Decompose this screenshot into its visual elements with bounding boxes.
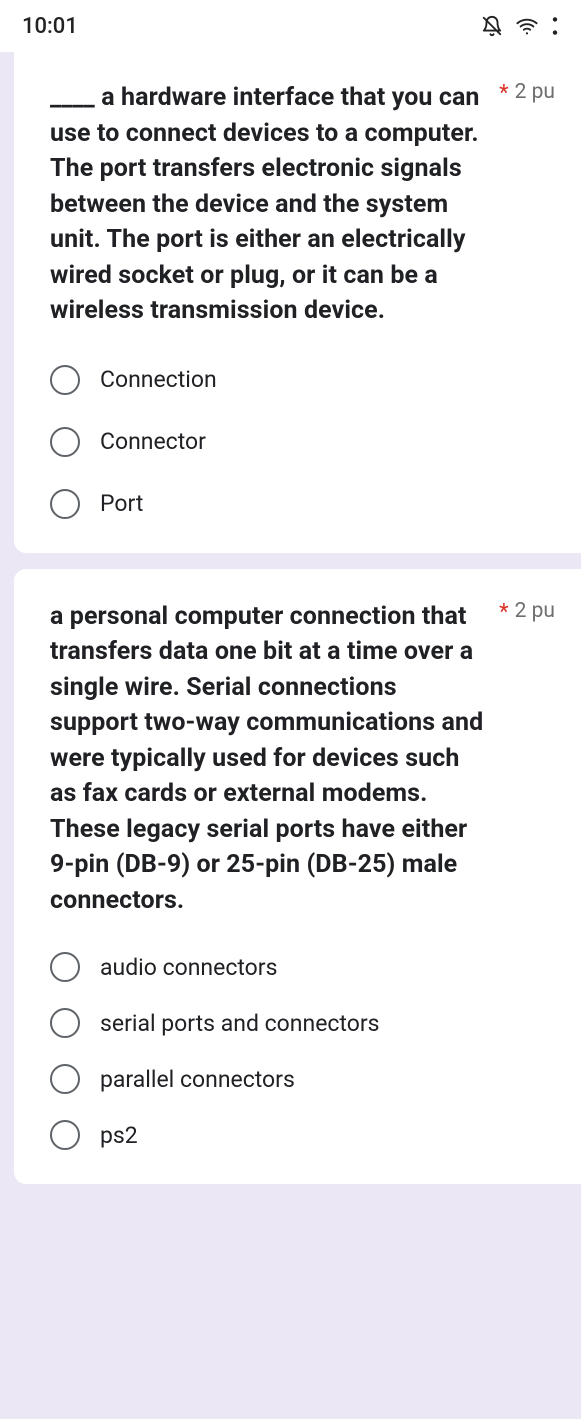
option-ps2[interactable]: ps2 xyxy=(50,1120,555,1150)
bell-off-icon xyxy=(481,15,503,37)
required-asterisk: * xyxy=(499,83,508,105)
points-label: 2 pu xyxy=(515,80,555,104)
status-bar: 10:01 xyxy=(0,0,581,52)
question-card: ____ a hardware interface that you can u… xyxy=(14,52,581,553)
option-connection[interactable]: Connection xyxy=(50,365,555,395)
radio-icon xyxy=(50,427,80,457)
option-label: parallel connectors xyxy=(100,1066,295,1093)
question-header: ____ a hardware interface that you can u… xyxy=(50,80,555,329)
question-header: a personal computer connection that tran… xyxy=(50,599,555,919)
status-time: 10:01 xyxy=(22,14,78,39)
option-parallel-connectors[interactable]: parallel connectors xyxy=(50,1064,555,1094)
signal-icon xyxy=(551,15,559,37)
question-prompt: a personal computer connection that tran… xyxy=(50,599,489,919)
option-serial-ports[interactable]: serial ports and connectors xyxy=(50,1008,555,1038)
option-label: serial ports and connectors xyxy=(100,1010,380,1037)
option-connector[interactable]: Connector xyxy=(50,427,555,457)
option-label: Port xyxy=(100,490,143,517)
options-list: Connection Connector Port xyxy=(50,365,555,519)
question-card: a personal computer connection that tran… xyxy=(14,569,581,1185)
question-prompt: ____ a hardware interface that you can u… xyxy=(50,80,489,329)
radio-icon xyxy=(50,1120,80,1150)
radio-icon xyxy=(50,952,80,982)
option-label: Connector xyxy=(100,428,206,455)
options-list: audio connectors serial ports and connec… xyxy=(50,952,555,1150)
form-content: ____ a hardware interface that you can u… xyxy=(0,52,581,1184)
option-label: Connection xyxy=(100,366,217,393)
points-label: 2 pu xyxy=(515,599,555,623)
option-label: ps2 xyxy=(100,1122,138,1149)
radio-icon xyxy=(50,1008,80,1038)
radio-icon xyxy=(50,1064,80,1094)
required-asterisk: * xyxy=(499,602,508,624)
question-meta: * 2 pu xyxy=(499,599,555,623)
wifi-icon xyxy=(515,15,539,37)
option-port[interactable]: Port xyxy=(50,489,555,519)
question-meta: * 2 pu xyxy=(499,80,555,104)
option-audio-connectors[interactable]: audio connectors xyxy=(50,952,555,982)
radio-icon xyxy=(50,365,80,395)
radio-icon xyxy=(50,489,80,519)
status-icons xyxy=(481,15,559,37)
option-label: audio connectors xyxy=(100,954,277,981)
